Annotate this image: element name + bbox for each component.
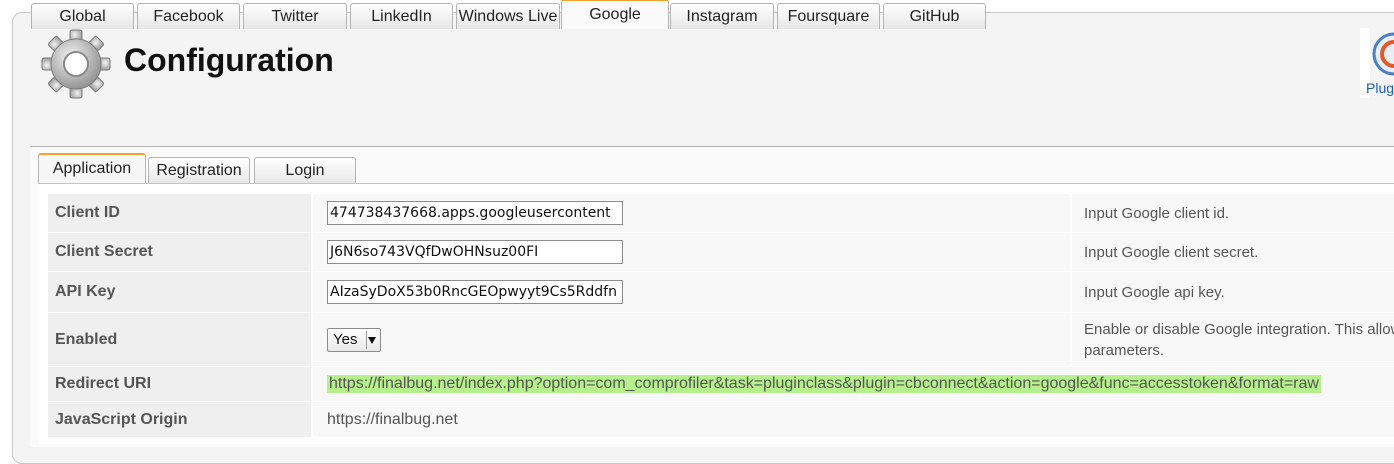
row-client-id: Client ID 474738437668.apps.googleuserco… [48,194,1394,233]
redirect-uri-cell: https://finalbug.net/index.php?option=co… [313,367,1394,401]
client-id-description: Input Google client id. [1072,194,1394,232]
api-key-input[interactable]: AIzaSyDoX53b0RncGEOpwyyt9Cs5Rddfn [327,280,623,304]
enabled-select[interactable]: Yes [327,327,381,352]
client-id-label: Client ID [48,194,312,232]
api-key-cell: AIzaSyDoX53b0RncGEOpwyyt9Cs5Rddfn [313,272,1071,312]
tab-facebook[interactable]: Facebook [137,3,240,29]
javascript-origin-value: https://finalbug.net [327,410,458,428]
subtab-login[interactable]: Login [254,157,356,183]
tab-linkedin[interactable]: LinkedIn [350,3,453,29]
row-api-key: API Key AIzaSyDoX53b0RncGEOpwyyt9Cs5Rddf… [48,272,1394,313]
row-redirect-uri: Redirect URI https://finalbug.net/index.… [48,367,1394,402]
client-id-input[interactable]: 474738437668.apps.googleusercontent [327,201,623,225]
redirect-uri-label: Redirect URI [48,367,312,401]
plugin-label: Plug [1366,80,1394,96]
tab-instagram[interactable]: Instagram [670,3,774,29]
client-secret-cell: J6N6so743VQfDwOHNsuz00FI [313,233,1071,271]
tab-windows-live[interactable]: Windows Live [456,3,560,29]
tab-twitter[interactable]: Twitter [243,3,347,29]
enabled-cell: Yes [313,313,1071,366]
page-title: Configuration [124,42,334,78]
enabled-select-value: Yes [333,330,358,348]
client-id-cell: 474738437668.apps.googleusercontent [313,194,1071,232]
subtab-application[interactable]: Application [38,153,146,183]
enabled-description-line2: parameters. [1084,341,1165,359]
tab-foursquare[interactable]: Foursquare [777,3,880,29]
javascript-origin-cell: https://finalbug.net [313,402,1394,437]
row-client-secret: Client Secret J6N6so743VQfDwOHNsuz00FI I… [48,233,1394,272]
enabled-description-line1: Enable or disable Google integration. Th… [1084,320,1394,338]
tab-google[interactable]: Google [561,0,669,29]
client-secret-input[interactable]: J6N6so743VQfDwOHNsuz00FI [327,240,623,264]
select-divider [366,330,367,349]
enabled-description: Enable or disable Google integration. Th… [1072,313,1394,366]
gear-icon [41,29,111,99]
client-secret-description: Input Google client secret. [1072,233,1394,271]
redirect-uri-value: https://finalbug.net/index.php?option=co… [327,375,1321,393]
tab-github[interactable]: GitHub [883,3,986,29]
tab-global[interactable]: Global [31,3,134,29]
chevron-down-icon [368,336,376,344]
row-javascript-origin: JavaScript Origin https://finalbug.net [48,402,1394,438]
javascript-origin-label: JavaScript Origin [48,402,312,437]
api-key-label: API Key [48,272,312,312]
subtab-registration[interactable]: Registration [148,157,250,183]
row-enabled: Enabled Yes Enable or disable Google int… [48,313,1394,367]
client-secret-label: Client Secret [48,233,312,271]
enabled-label: Enabled [48,313,312,366]
api-key-description: Input Google api key. [1072,272,1394,312]
